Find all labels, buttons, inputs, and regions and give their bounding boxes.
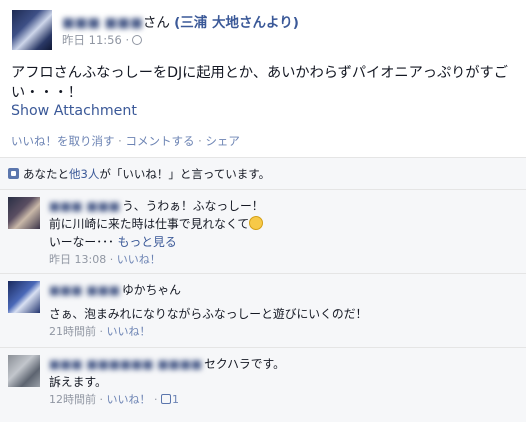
commenter-name[interactable]: ■■■ ■■■■■■ ■■■■	[49, 355, 202, 373]
post-timestamp[interactable]: 昨日 11:56	[62, 33, 122, 47]
commenter-name[interactable]: ■■■ ■■■	[49, 281, 120, 299]
divider	[0, 273, 526, 274]
show-attachment-link[interactable]: Show Attachment	[11, 103, 137, 119]
post-card: ■■■ ■■■さん (三浦 大地さんより) 昨日 11:56 · アフロさんふな…	[0, 0, 526, 157]
commenter-avatar[interactable]	[8, 355, 40, 387]
like-count[interactable]: 1	[172, 393, 179, 406]
comment-like-link[interactable]: いいね！	[107, 325, 151, 338]
others-likes-link[interactable]: 他3人	[69, 167, 99, 181]
unlike-link[interactable]: いいね！を取り消す	[11, 134, 115, 148]
post-meta: 昨日 11:56 ·	[62, 32, 143, 48]
like-count-thumb-icon[interactable]	[161, 394, 171, 404]
divider	[0, 189, 526, 190]
comment-like-link[interactable]: いいね！	[107, 393, 151, 406]
poster-avatar[interactable]	[12, 10, 52, 50]
globe-icon[interactable]	[132, 35, 143, 45]
comment-timestamp[interactable]: 21時間前	[49, 325, 96, 338]
comment-link[interactable]: コメントする	[125, 134, 194, 148]
likes-summary: あなたと他3人が「いいね！」と言っています。	[8, 166, 270, 182]
commenter-avatar[interactable]	[8, 281, 40, 313]
commenter-name[interactable]: ■■■ ■■■	[49, 197, 120, 215]
comment-like-link[interactable]: いいね！	[117, 253, 161, 266]
comment-body: ■■■ ■■■■■■ ■■■■ セクハラです。 訴えます。 12時間前 · いいね…	[49, 355, 285, 406]
comment-body: ■■■ ■■■ う、うわぁ！ふなっしー！ 前に川崎に来た時は仕事で見れなくて いー…	[49, 197, 264, 266]
tagged-user-link[interactable]: (三浦 大地さんより)	[174, 15, 299, 31]
see-more-link[interactable]: もっと見る	[118, 235, 177, 249]
comment-timestamp[interactable]: 12時間前	[49, 393, 96, 406]
crying-emoji-icon	[249, 216, 264, 230]
post-actions: いいね！を取り消す · コメントする · シェア	[11, 134, 240, 148]
divider	[0, 347, 526, 348]
post-text: アフロさんふなっしーをDJに起用とか、あいかわらずパイオニアっぷりがすごい・・・…	[11, 65, 508, 101]
poster-suffix: さん	[142, 15, 170, 31]
poster-name-blurred[interactable]: ■■■ ■■■	[62, 15, 143, 31]
share-link[interactable]: シェア	[205, 134, 240, 148]
comment-body: ■■■ ■■■ ゆかちゃん さぁ、泡まみれになりながらふなっしーと遊びにいくのだ！…	[49, 281, 368, 338]
comment-timestamp[interactable]: 昨日 13:08	[49, 253, 106, 266]
post-header: ■■■ ■■■さん (三浦 大地さんより)	[62, 11, 299, 31]
commenter-avatar[interactable]	[8, 197, 40, 229]
like-thumb-icon	[8, 168, 19, 179]
